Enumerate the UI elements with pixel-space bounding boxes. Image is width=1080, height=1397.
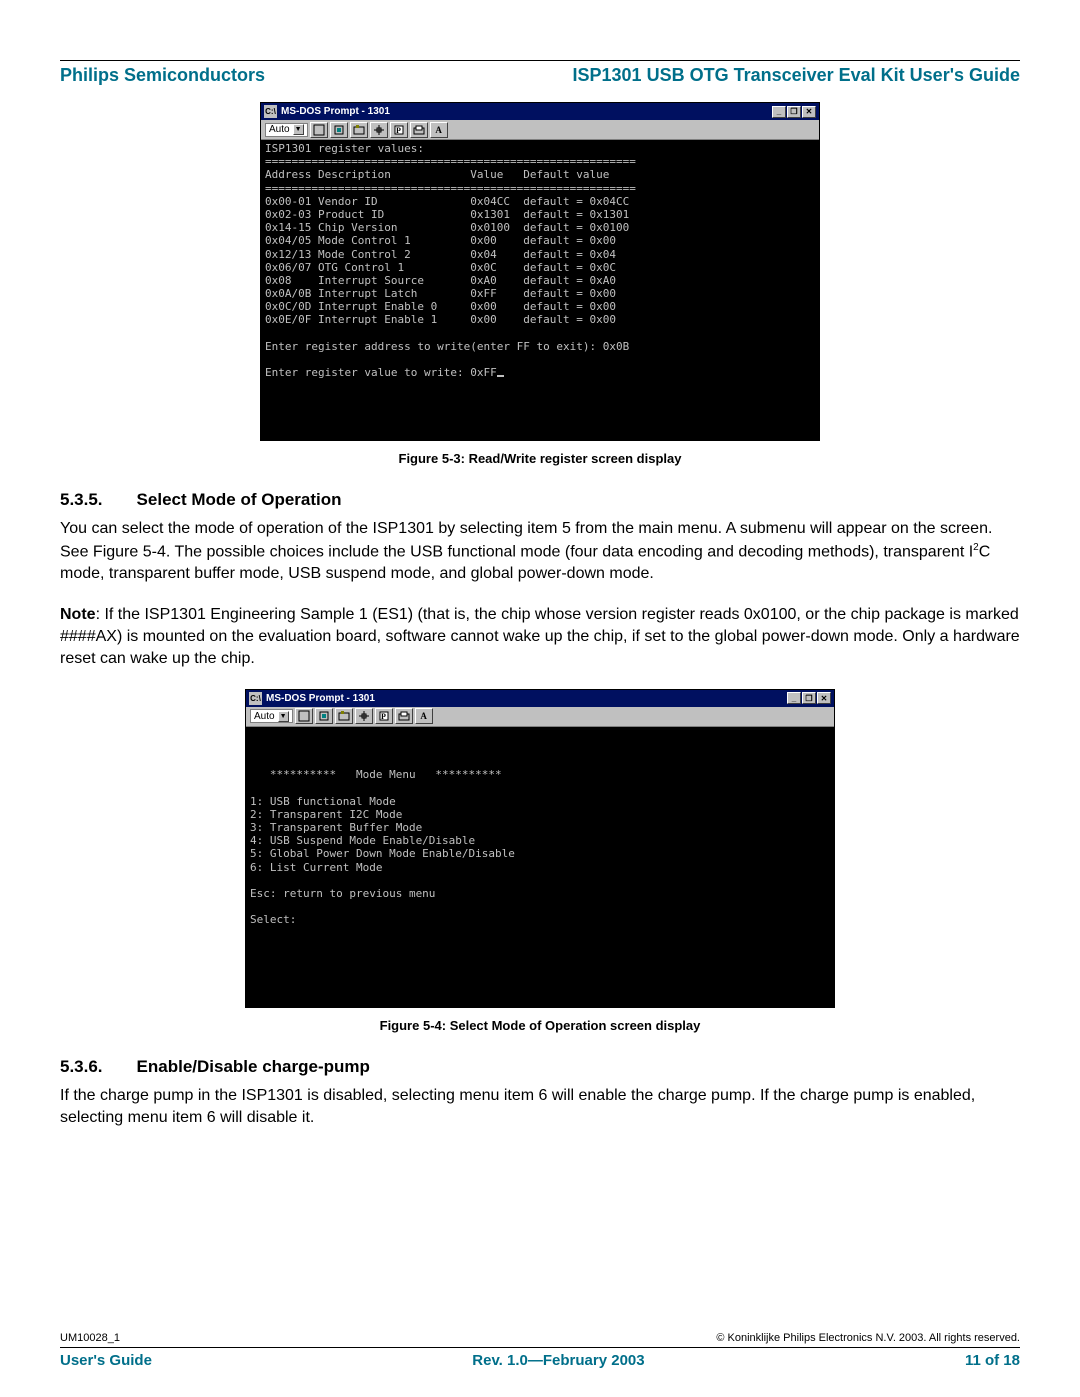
toolbar-button-4[interactable] <box>370 122 388 138</box>
window-title: MS-DOS Prompt - 1301 <box>281 106 390 117</box>
toolbar-button-1[interactable] <box>295 708 313 724</box>
toolbar-button-2[interactable] <box>315 708 333 724</box>
toolbar-button-5[interactable]: P <box>375 708 393 724</box>
para-536: If the charge pump in the ISP1301 is dis… <box>60 1085 1020 1130</box>
header-left: Philips Semiconductors <box>60 65 265 86</box>
dos-window-registers: C:\ MS-DOS Prompt - 1301 _ ❐ ✕ Auto ▼ P … <box>260 102 820 441</box>
close-button[interactable]: ✕ <box>802 106 816 118</box>
dos-text-1: ISP1301 register values: ===============… <box>265 142 636 379</box>
toolbar-font-button[interactable]: A <box>415 708 433 724</box>
footer-right: 11 of 18 <box>965 1352 1020 1369</box>
header-right: ISP1301 USB OTG Transceiver Eval Kit Use… <box>573 65 1020 86</box>
svg-text:P: P <box>396 126 401 135</box>
msdos-icon: C:\ <box>249 692 262 705</box>
window-toolbar: Auto ▼ P A <box>246 707 834 727</box>
footer-center: Rev. 1.0—February 2003 <box>472 1352 644 1369</box>
window-toolbar: Auto ▼ P A <box>261 120 819 140</box>
close-button[interactable]: ✕ <box>817 692 831 704</box>
window-title: MS-DOS Prompt - 1301 <box>266 693 375 704</box>
para-535-2: Note: If the ISP1301 Engineering Sample … <box>60 604 1020 671</box>
toolbar-button-3[interactable] <box>350 122 368 138</box>
cursor-icon <box>497 375 504 377</box>
para-535-1: You can select the mode of operation of … <box>60 518 1020 586</box>
combo-label: Auto <box>269 124 290 135</box>
minimize-button[interactable]: _ <box>787 692 801 704</box>
combo-label: Auto <box>254 711 275 722</box>
toolbar-font-button[interactable]: A <box>430 122 448 138</box>
figure-caption-2: Figure 5-4: Select Mode of Operation scr… <box>60 1018 1020 1033</box>
maximize-button[interactable]: ❐ <box>787 106 801 118</box>
window-titlebar: C:\ MS-DOS Prompt - 1301 _ ❐ ✕ <box>261 103 819 120</box>
section-title-536: Enable/Disable charge-pump <box>137 1057 370 1077</box>
note-body: : If the ISP1301 Engineering Sample 1 (E… <box>60 606 1020 668</box>
toolbar-button-6[interactable] <box>410 122 428 138</box>
maximize-button[interactable]: ❐ <box>802 692 816 704</box>
dos-terminal-output: ********** Mode Menu ********** 1: USB f… <box>246 727 834 1007</box>
section-number-536: 5.3.6. <box>60 1057 103 1077</box>
window-titlebar: C:\ MS-DOS Prompt - 1301 _ ❐ ✕ <box>246 690 834 707</box>
footer-left: User's Guide <box>60 1352 152 1369</box>
figure-caption-1: Figure 5-3: Read/Write register screen d… <box>60 451 1020 466</box>
toolbar-button-5[interactable]: P <box>390 122 408 138</box>
toolbar-button-1[interactable] <box>310 122 328 138</box>
dos-text-2: ********** Mode Menu ********** 1: USB f… <box>250 768 515 926</box>
font-size-combo[interactable]: Auto ▼ <box>250 709 293 723</box>
toolbar-button-4[interactable] <box>355 708 373 724</box>
svg-text:P: P <box>381 712 386 721</box>
minimize-button[interactable]: _ <box>772 106 786 118</box>
dropdown-arrow-icon: ▼ <box>293 124 304 135</box>
dos-terminal-output: ISP1301 register values: ===============… <box>261 140 819 440</box>
footer-copyright: © Koninklijke Philips Electronics N.V. 2… <box>716 1332 1020 1344</box>
section-number-535: 5.3.5. <box>60 490 103 510</box>
toolbar-button-2[interactable] <box>330 122 348 138</box>
note-label: Note <box>60 606 96 623</box>
footer-docid: UM10028_1 <box>60 1332 120 1344</box>
msdos-icon: C:\ <box>264 105 277 118</box>
section-title-535: Select Mode of Operation <box>137 490 342 510</box>
toolbar-button-3[interactable] <box>335 708 353 724</box>
font-size-combo[interactable]: Auto ▼ <box>265 123 308 137</box>
toolbar-button-6[interactable] <box>395 708 413 724</box>
dropdown-arrow-icon: ▼ <box>278 711 289 722</box>
dos-window-mode-menu: C:\ MS-DOS Prompt - 1301 _ ❐ ✕ Auto ▼ P … <box>245 689 835 1008</box>
